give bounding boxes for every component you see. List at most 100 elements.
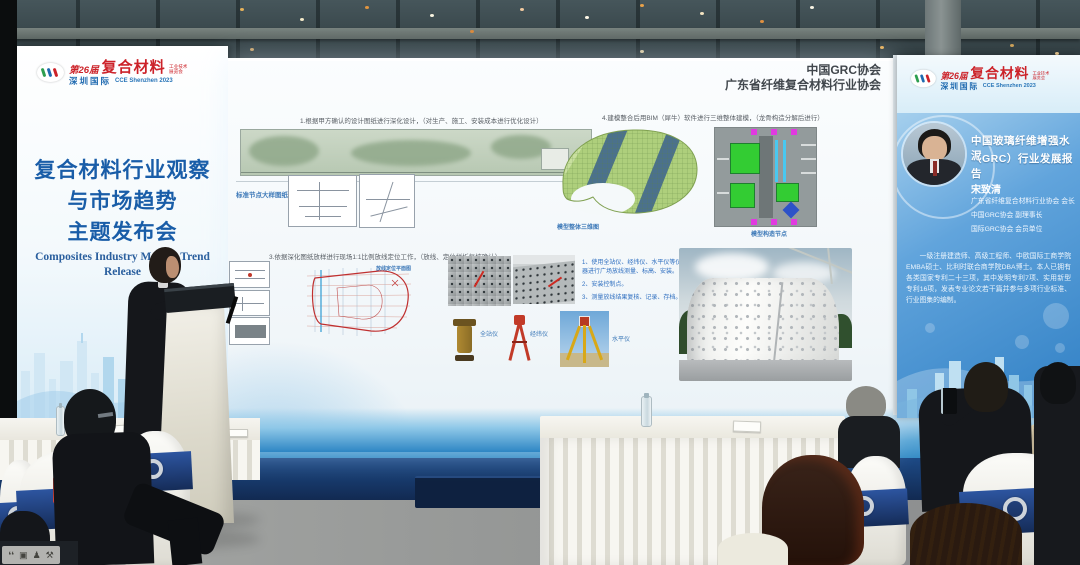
tripod-crossbar	[512, 341, 527, 343]
diagram-anchor-magenta	[771, 219, 777, 225]
instrument-scope	[453, 319, 476, 326]
diagram-panel-green	[730, 143, 760, 174]
camera-icon: ▣	[19, 550, 28, 561]
water-bottle	[641, 396, 652, 427]
diagram-anchor-magenta	[751, 219, 757, 225]
logo-edition: 第26届	[69, 66, 99, 76]
smartphone	[941, 388, 957, 414]
led-screen-slide: 中国GRC协会 广东省纤维复合材料行业协会 1.根据甲方确认的设计图纸进行深化设…	[228, 58, 893, 452]
report-title-line: （GRC）行业发展报告	[971, 151, 1077, 181]
elevation-shade	[351, 140, 471, 166]
bubble-decoration	[1043, 303, 1069, 329]
audience-person-right-edge	[1034, 366, 1080, 565]
logo-arc-red	[925, 74, 930, 83]
diagram-note-dash	[717, 192, 729, 194]
instrument-head	[514, 315, 525, 325]
photo-ground	[679, 360, 852, 381]
conference-hall-photo: 第26届 复合材料 工业技术 展览会 深圳国际 CCE Shenzhen 202…	[0, 0, 1080, 565]
speaker-bio: 一级注册建造师、高级工程师、中欧国际工商学院EMBA硕士、比利时联合商学院DBA…	[906, 251, 1071, 306]
logo-edition: 第26届	[940, 72, 967, 81]
logo-arc-green	[914, 74, 919, 83]
drawing-line	[366, 199, 410, 200]
instrument-label: 全站仪	[480, 329, 498, 338]
wall-beam	[0, 28, 1080, 39]
diagram-rail-blue	[775, 140, 778, 182]
quote-icon: ❛❛	[8, 550, 14, 561]
logo-tagline-2: 展览会	[169, 70, 187, 75]
drawing-line	[380, 182, 394, 222]
logo-code: CCE Shenzhen 2023	[983, 84, 1036, 90]
diagram-note-dash	[801, 172, 816, 174]
logo-city: 深圳国际	[69, 77, 111, 86]
label-model-node: 模型构造节点	[751, 229, 787, 238]
perforated-panel-photo	[513, 255, 575, 304]
person-head	[964, 362, 1008, 412]
node-detail-drawing	[359, 174, 415, 228]
portrait-tie	[933, 161, 937, 176]
theodolite-photo	[507, 315, 532, 361]
drawing-line	[297, 190, 349, 191]
logo-code: CCE Shenzhen 2023	[115, 78, 173, 84]
bubble-decoration	[1055, 343, 1065, 353]
slide-caption-modeling: 4.建模整合后用BIM（犀牛）软件进行三维整体建模，（龙骨构造分解后进行）	[602, 112, 847, 122]
label-plan: 放线定位平面图	[376, 265, 411, 272]
slide-org-names: 中国GRC协会 广东省纤维复合材料行业协会	[725, 63, 881, 93]
diagram-anchor-magenta	[751, 129, 757, 135]
diagram-note-dash	[717, 158, 729, 160]
total-station-photo	[451, 315, 478, 361]
logo-arc-red	[53, 68, 59, 77]
survey-note: 3、测量放线结果复核、记录、存档。	[582, 294, 684, 303]
red-arrow-mark	[474, 271, 485, 288]
speaker-face	[166, 256, 179, 278]
person-leg	[168, 518, 203, 565]
cce-logo-text: 第26届 复合材料 工业技术 展览会 深圳国际 CCE Shenzhen 202…	[69, 60, 189, 86]
model-node-diagram	[714, 127, 817, 227]
bubble-decoration	[1015, 335, 1029, 349]
diagram-diamond-blue	[783, 202, 800, 219]
building-site-photo	[679, 248, 852, 381]
drawing-line	[299, 206, 347, 207]
cce-logo-icon	[911, 70, 936, 87]
logo-name: 复合材料	[102, 60, 166, 75]
org-line-2: 广东省纤维复合材料行业协会	[725, 78, 881, 92]
screen-top-glow	[228, 58, 893, 61]
diagram-note-dash	[801, 144, 816, 146]
speaker-role: 中国GRC协会 副理事长	[971, 212, 1079, 220]
logo-arc-green	[41, 68, 47, 77]
bottle-cap	[644, 393, 649, 398]
diagram-note-dash	[801, 158, 816, 160]
person-icon: ♟	[33, 550, 41, 561]
survey-note: 1、使用全站仪、经纬仪、水平仪等仪器进行广场放线测量、标高、安装。	[582, 259, 684, 277]
instrument-body	[457, 325, 472, 353]
diagram-rail-blue	[783, 140, 786, 182]
label-model-3d: 模型整体三维图	[557, 222, 599, 231]
cce-expo-logo: 第26届 复合材料 工业技术 展览会 深圳国际 CCE Shenzhen 202…	[911, 67, 1050, 90]
diagram-column	[759, 136, 773, 218]
perforated-panel-photo	[448, 256, 511, 306]
bim-3d-model	[557, 123, 700, 223]
logo-arc-blue	[920, 74, 925, 83]
instrument-base	[455, 355, 474, 361]
drawing-line	[319, 182, 320, 220]
cce-logo-icon	[37, 63, 64, 82]
grc-building	[687, 278, 839, 366]
left-wall-edge	[0, 0, 17, 470]
cce-expo-logo: 第26届 复合材料 工业技术 展览会 深圳国际 CCE Shenzhen 202…	[37, 60, 189, 86]
panel-dot-field	[513, 261, 575, 304]
bubble-decoration	[925, 323, 935, 333]
logo-city: 深圳国际	[940, 83, 979, 91]
layout-plan-drawing	[297, 262, 418, 343]
photo-cloud	[695, 253, 769, 281]
right-banner-logo-strip: 第26届 复合材料 工业技术 展览会 深圳国际 CCE Shenzhen 202…	[897, 55, 1080, 113]
elevation-shade	[249, 136, 319, 166]
wall-pillar	[925, 0, 961, 62]
speaker-name: 宋致清	[971, 181, 1001, 196]
level-instrument-photo	[560, 311, 609, 367]
speaker-portrait	[903, 123, 965, 185]
banner-title-line: 复合材料行业观察	[17, 156, 228, 186]
instrument-label: 水平仪	[612, 334, 630, 343]
speaker-role: 广东省纤维复合材料行业协会 会长	[971, 198, 1079, 206]
diagram-anchor-magenta	[791, 129, 797, 135]
logo-arc-blue	[47, 68, 53, 77]
cce-logo-text: 第26届 复合材料 工业技术 展览会 深圳国际 CCE Shenzhen 202…	[940, 67, 1050, 90]
